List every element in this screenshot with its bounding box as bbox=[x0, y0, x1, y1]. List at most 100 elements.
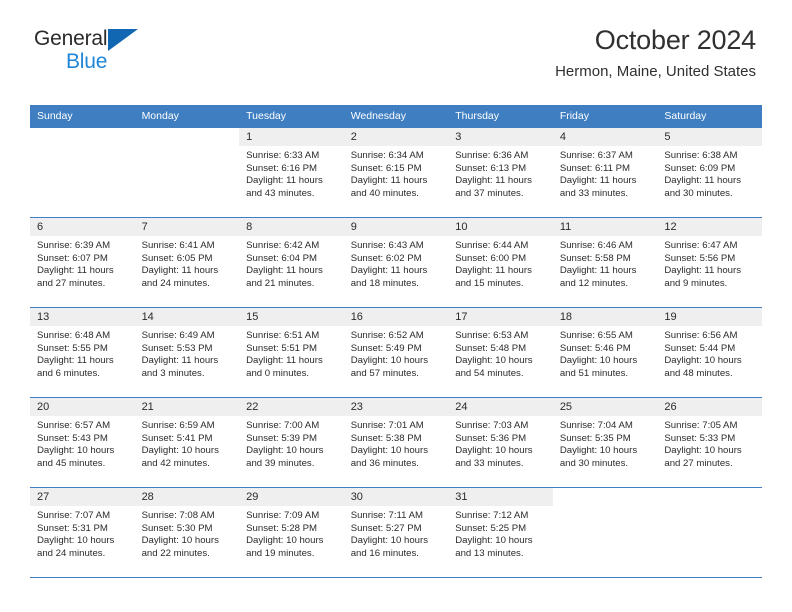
calendar-day-cell[interactable]: 24 Sunrise: 7:03 AM Sunset: 5:36 PM Dayligh… bbox=[448, 397, 553, 488]
calendar-day-cell[interactable]: 9 Sunrise: 6:43 AM Sunset: 6:02 PM Daylight… bbox=[343, 217, 449, 308]
daylight-duration-line1: Daylight: 10 hours bbox=[455, 535, 533, 547]
calendar-day-cell[interactable]: 22 Sunrise: 7:00 AM Sunset: 5:39 PM Dayligh… bbox=[239, 397, 344, 488]
calendar-day-cell[interactable]: 27 Sunrise: 7:07 AM Sunset: 5:31 PM Dayligh… bbox=[30, 487, 135, 578]
calendar-day-cell[interactable]: 29 Sunrise: 7:09 AM Sunset: 5:28 PM Dayligh… bbox=[239, 487, 344, 578]
daylight-duration-line1: Daylight: 10 hours bbox=[246, 535, 324, 547]
day-number: 20 bbox=[30, 398, 135, 416]
calendar-day-empty bbox=[552, 488, 658, 577]
sunset-time: Sunset: 5:49 PM bbox=[350, 342, 422, 354]
day-number: 10 bbox=[448, 218, 553, 236]
sun-info: Sunrise: 6:33 AM Sunset: 6:16 PM Daylight:… bbox=[239, 146, 344, 200]
sun-info: Sunrise: 6:37 AM Sunset: 6:11 PM Daylight:… bbox=[553, 146, 658, 200]
weekday-header-row: Sunday Monday Tuesday Wednesday Thursday… bbox=[30, 105, 762, 128]
daylight-duration-line1: Daylight: 11 hours bbox=[141, 265, 219, 277]
calendar-day-cell[interactable] bbox=[30, 128, 135, 218]
daylight-duration-line2: and 54 minutes. bbox=[455, 367, 524, 379]
calendar-day-cell[interactable]: 23 Sunrise: 7:01 AM Sunset: 5:38 PM Dayligh… bbox=[343, 397, 449, 488]
calendar-day-content: 5 Sunrise: 6:38 AM Sunset: 6:09 PM Daylight… bbox=[657, 128, 762, 217]
day-number: 27 bbox=[30, 488, 135, 506]
calendar-day-cell[interactable] bbox=[134, 128, 240, 218]
calendar-day-cell[interactable] bbox=[552, 487, 658, 578]
calendar-day-cell[interactable]: 25 Sunrise: 7:04 AM Sunset: 5:35 PM Dayligh… bbox=[552, 397, 658, 488]
daylight-duration-line2: and 33 minutes. bbox=[559, 187, 629, 199]
calendar-day-cell[interactable]: 30 Sunrise: 7:11 AM Sunset: 5:27 PM Dayligh… bbox=[343, 487, 449, 578]
calendar-day-cell[interactable]: 31 Sunrise: 7:12 AM Sunset: 5:25 PM Dayligh… bbox=[448, 487, 553, 578]
sunset-time: Sunset: 6:11 PM bbox=[559, 162, 631, 174]
calendar-day-cell[interactable]: 10 Sunrise: 6:44 AM Sunset: 6:00 PM Dayligh… bbox=[448, 217, 553, 308]
sunset-time: Sunset: 5:30 PM bbox=[141, 522, 213, 534]
sun-info: Sunrise: 6:56 AM Sunset: 5:44 PM Daylight:… bbox=[657, 326, 762, 380]
sun-info: Sunrise: 6:55 AM Sunset: 5:46 PM Daylight:… bbox=[553, 326, 658, 380]
calendar-day-cell[interactable]: 11 Sunrise: 6:46 AM Sunset: 5:58 PM Dayligh… bbox=[552, 217, 658, 308]
calendar-day-cell[interactable]: 28 Sunrise: 7:08 AM Sunset: 5:30 PM Dayligh… bbox=[134, 487, 240, 578]
calendar-day-cell[interactable]: 6 Sunrise: 6:39 AM Sunset: 6:07 PM Daylight… bbox=[30, 217, 135, 308]
calendar-day-cell[interactable]: 12 Sunrise: 6:47 AM Sunset: 5:56 PM Dayligh… bbox=[657, 217, 762, 308]
day-number: 28 bbox=[134, 488, 240, 506]
calendar-day-cell[interactable]: 5 Sunrise: 6:38 AM Sunset: 6:09 PM Daylight… bbox=[657, 128, 762, 218]
calendar-week-row: 6 Sunrise: 6:39 AM Sunset: 6:07 PM Daylight… bbox=[30, 217, 762, 308]
weekday-header-wednesday: Wednesday bbox=[343, 105, 449, 128]
calendar-day-cell[interactable]: 21 Sunrise: 6:59 AM Sunset: 5:41 PM Dayligh… bbox=[134, 397, 240, 488]
logo-text-blue: Blue bbox=[66, 50, 108, 73]
sunset-time: Sunset: 5:27 PM bbox=[350, 522, 422, 534]
calendar-day-content: 13 Sunrise: 6:48 AM Sunset: 5:55 PM Dayligh… bbox=[30, 308, 135, 397]
sun-info: Sunrise: 6:46 AM Sunset: 5:58 PM Daylight:… bbox=[553, 236, 658, 290]
title-block: October 2024 Hermon, Maine, United State… bbox=[555, 26, 756, 81]
sunset-time: Sunset: 5:56 PM bbox=[664, 252, 736, 264]
calendar-day-cell[interactable]: 2 Sunrise: 6:34 AM Sunset: 6:15 PM Daylight… bbox=[343, 128, 449, 218]
general-blue-logo[interactable]: General Blue bbox=[34, 28, 174, 76]
calendar-day-cell[interactable]: 3 Sunrise: 6:36 AM Sunset: 6:13 PM Daylight… bbox=[448, 128, 553, 218]
calendar-day-content: 2 Sunrise: 6:34 AM Sunset: 6:15 PM Daylight… bbox=[343, 128, 449, 217]
calendar-day-cell[interactable]: 4 Sunrise: 6:37 AM Sunset: 6:11 PM Daylight… bbox=[552, 128, 658, 218]
daylight-duration-line1: Daylight: 10 hours bbox=[141, 535, 219, 547]
day-number: 9 bbox=[343, 218, 449, 236]
calendar-day-cell[interactable]: 8 Sunrise: 6:42 AM Sunset: 6:04 PM Daylight… bbox=[239, 217, 344, 308]
daylight-duration-line2: and 13 minutes. bbox=[455, 547, 524, 559]
calendar-day-cell[interactable]: 14 Sunrise: 6:49 AM Sunset: 5:53 PM Dayligh… bbox=[134, 307, 240, 398]
day-number: 15 bbox=[239, 308, 344, 326]
daylight-duration-line1: Daylight: 10 hours bbox=[664, 445, 742, 457]
calendar-day-cell[interactable]: 7 Sunrise: 6:41 AM Sunset: 6:05 PM Daylight… bbox=[134, 217, 240, 308]
sun-info: Sunrise: 7:07 AM Sunset: 5:31 PM Daylight:… bbox=[30, 506, 135, 560]
daylight-duration-line1: Daylight: 10 hours bbox=[350, 355, 429, 367]
calendar-day-cell[interactable]: 16 Sunrise: 6:52 AM Sunset: 5:49 PM Dayligh… bbox=[343, 307, 449, 398]
calendar-day-content: 21 Sunrise: 6:59 AM Sunset: 5:41 PM Dayligh… bbox=[134, 398, 240, 487]
calendar-day-content: 16 Sunrise: 6:52 AM Sunset: 5:49 PM Dayligh… bbox=[343, 308, 449, 397]
weekday-header-tuesday: Tuesday bbox=[239, 105, 344, 128]
sunset-time: Sunset: 6:16 PM bbox=[246, 162, 318, 174]
daylight-duration-line2: and 30 minutes. bbox=[559, 457, 629, 469]
sunset-time: Sunset: 5:53 PM bbox=[141, 342, 213, 354]
logo-line-general: General bbox=[34, 28, 174, 51]
calendar-day-cell[interactable]: 20 Sunrise: 6:57 AM Sunset: 5:43 PM Dayligh… bbox=[30, 397, 135, 488]
page-title: October 2024 bbox=[594, 25, 756, 55]
sun-info: Sunrise: 6:48 AM Sunset: 5:55 PM Daylight:… bbox=[30, 326, 135, 380]
calendar-day-cell[interactable]: 15 Sunrise: 6:51 AM Sunset: 5:51 PM Dayligh… bbox=[239, 307, 344, 398]
daylight-duration-line2: and 33 minutes. bbox=[455, 457, 524, 469]
daylight-duration-line1: Daylight: 10 hours bbox=[350, 535, 429, 547]
sunrise-time: Sunrise: 7:11 AM bbox=[350, 510, 424, 521]
sun-info: Sunrise: 7:04 AM Sunset: 5:35 PM Daylight:… bbox=[553, 416, 658, 470]
calendar-day-cell[interactable]: 1 Sunrise: 6:33 AM Sunset: 6:16 PM Daylight… bbox=[239, 128, 344, 218]
calendar-day-cell[interactable]: 18 Sunrise: 6:55 AM Sunset: 5:46 PM Dayligh… bbox=[552, 307, 658, 398]
sun-info: Sunrise: 6:36 AM Sunset: 6:13 PM Daylight:… bbox=[448, 146, 553, 200]
sunrise-time: Sunrise: 6:48 AM bbox=[37, 330, 111, 341]
calendar-day-content: 4 Sunrise: 6:37 AM Sunset: 6:11 PM Daylight… bbox=[552, 128, 658, 217]
sunrise-time: Sunrise: 7:01 AM bbox=[350, 420, 424, 431]
calendar-day-cell[interactable] bbox=[657, 487, 762, 578]
calendar-day-cell[interactable]: 26 Sunrise: 7:05 AM Sunset: 5:33 PM Dayligh… bbox=[657, 397, 762, 488]
calendar-day-cell[interactable]: 19 Sunrise: 6:56 AM Sunset: 5:44 PM Dayligh… bbox=[657, 307, 762, 398]
calendar-day-cell[interactable]: 17 Sunrise: 6:53 AM Sunset: 5:48 PM Dayligh… bbox=[448, 307, 553, 398]
sun-info: Sunrise: 7:09 AM Sunset: 5:28 PM Daylight:… bbox=[239, 506, 344, 560]
sunset-time: Sunset: 6:04 PM bbox=[246, 252, 318, 264]
sunrise-time: Sunrise: 6:57 AM bbox=[37, 420, 111, 431]
daylight-duration-line1: Daylight: 10 hours bbox=[37, 445, 115, 457]
day-number: 4 bbox=[552, 128, 658, 146]
daylight-duration-line1: Daylight: 10 hours bbox=[246, 445, 324, 457]
sunrise-time: Sunrise: 7:05 AM bbox=[664, 420, 738, 431]
calendar-day-cell[interactable]: 13 Sunrise: 6:48 AM Sunset: 5:55 PM Dayligh… bbox=[30, 307, 135, 398]
daylight-duration-line1: Daylight: 11 hours bbox=[559, 265, 637, 277]
calendar-day-empty bbox=[30, 128, 135, 217]
daylight-duration-line2: and 15 minutes. bbox=[455, 277, 524, 289]
daylight-duration-line1: Daylight: 11 hours bbox=[141, 355, 219, 367]
daylight-duration-line1: Daylight: 11 hours bbox=[350, 175, 428, 187]
